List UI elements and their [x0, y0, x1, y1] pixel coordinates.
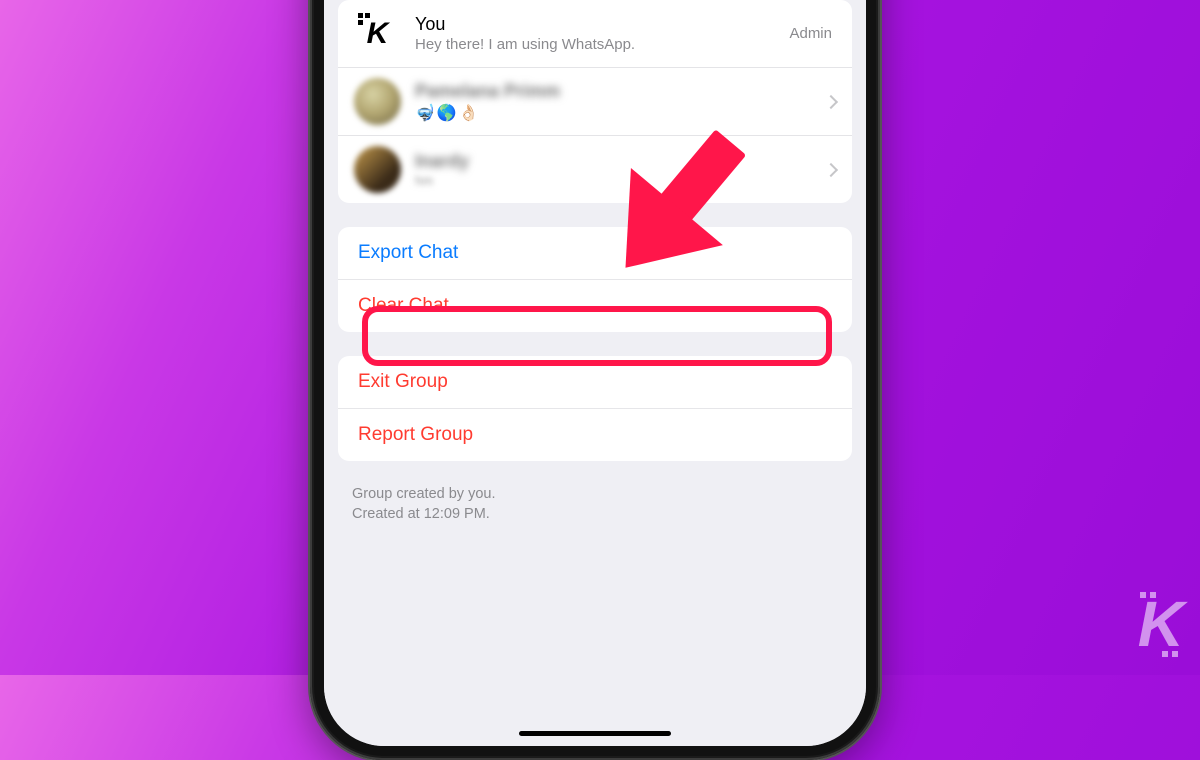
chevron-right-icon [824, 94, 838, 108]
phone-screen: K You Hey there! I am using WhatsApp. Ad… [324, 0, 866, 746]
participant-row[interactable]: Pamelana Primm 🤿🌎👌🏻 [338, 67, 852, 135]
participant-status-emoji: 🤿🌎👌🏻 [415, 103, 818, 123]
group-actions-section: Exit Group Report Group [338, 356, 852, 461]
meta-created-time: Created at 12:09 PM. [352, 505, 838, 525]
meta-creator: Group created by you. [352, 485, 838, 505]
participant-status: Hey there! I am using WhatsApp. [415, 36, 789, 53]
participant-row[interactable]: Inardy hm [338, 135, 852, 203]
report-group-button[interactable]: Report Group [338, 408, 852, 461]
avatar [354, 146, 401, 193]
home-indicator [519, 731, 671, 736]
avatar: K [354, 10, 401, 57]
clear-chat-button[interactable]: Clear Chat [338, 279, 852, 332]
participant-status-censored: hm [415, 173, 818, 188]
participant-name: You [415, 14, 789, 35]
watermark-logo-icon: K [1138, 592, 1180, 661]
export-chat-button[interactable]: Export Chat [338, 227, 852, 279]
chevron-right-icon [824, 162, 838, 176]
chat-actions-section: Export Chat Clear Chat [338, 227, 852, 332]
exit-group-button[interactable]: Exit Group [338, 356, 852, 408]
participant-name-censored: Inardy [415, 151, 818, 172]
participant-name-censored: Pamelana Primm [415, 81, 818, 102]
participant-you[interactable]: K You Hey there! I am using WhatsApp. Ad… [338, 0, 852, 67]
participants-section: K You Hey there! I am using WhatsApp. Ad… [338, 0, 852, 203]
group-meta: Group created by you. Created at 12:09 P… [324, 485, 866, 538]
phone-frame: K You Hey there! I am using WhatsApp. Ad… [310, 0, 880, 760]
k-logo-icon: K [367, 17, 389, 51]
avatar [354, 78, 401, 125]
participant-role: Admin [789, 25, 832, 42]
